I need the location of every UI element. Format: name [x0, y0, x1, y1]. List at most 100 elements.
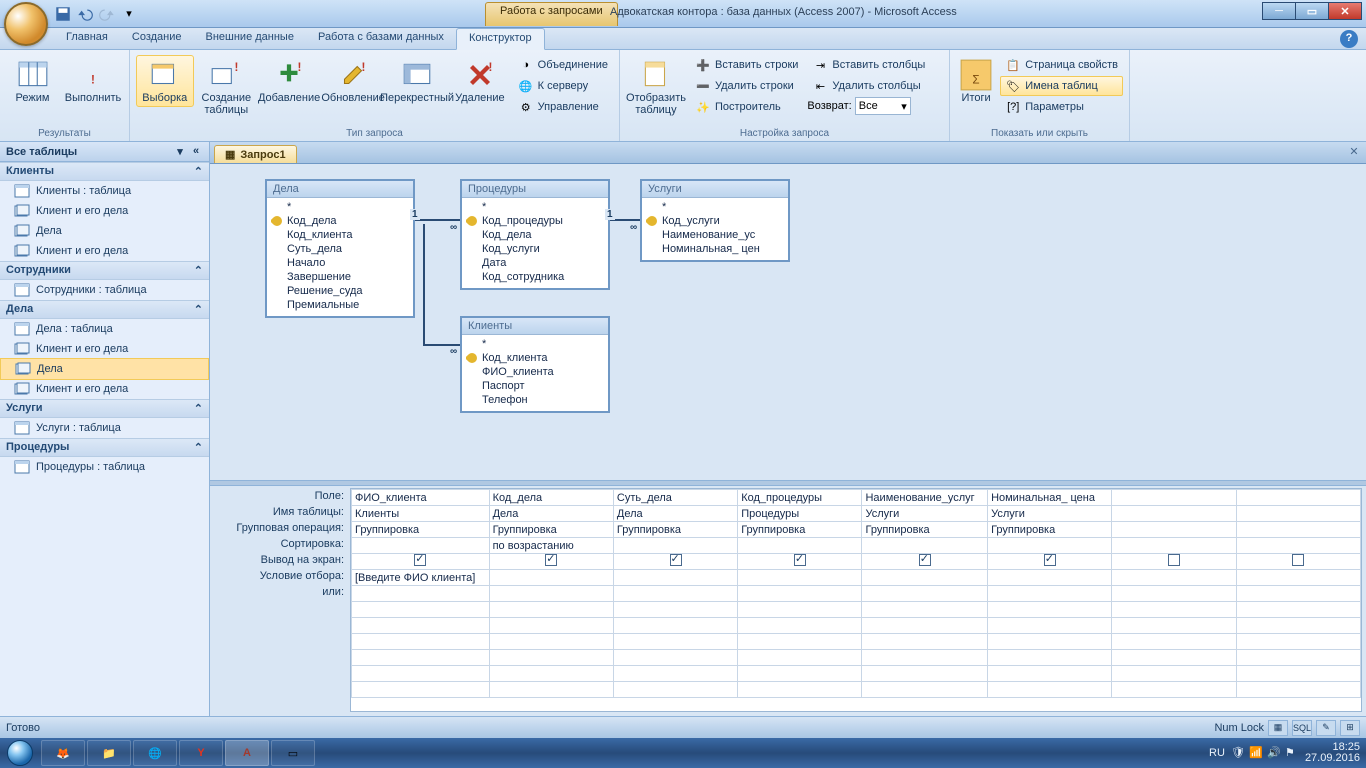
qbe-cell[interactable] — [1112, 602, 1236, 618]
qbe-cell[interactable] — [1236, 522, 1360, 538]
view-pivot-icon[interactable]: ⊞ — [1340, 720, 1360, 736]
field-item[interactable]: Код_процедуры — [466, 214, 604, 228]
qbe-cell[interactable]: Суть_дела — [613, 490, 737, 506]
field-item[interactable]: Код_услуги — [466, 242, 604, 256]
tab-design[interactable]: Конструктор — [456, 28, 545, 50]
checkbox[interactable] — [1044, 554, 1056, 566]
field-item[interactable]: Код_услуги — [646, 214, 784, 228]
close-button[interactable]: ✕ — [1328, 2, 1362, 20]
qbe-cell[interactable] — [862, 586, 988, 602]
taskbar-access[interactable]: A — [225, 740, 269, 766]
qbe-cell[interactable] — [352, 682, 490, 698]
field-item[interactable]: * — [646, 200, 784, 214]
undo-icon[interactable] — [76, 5, 94, 23]
field-item[interactable]: * — [466, 200, 604, 214]
qbe-cell[interactable] — [489, 650, 613, 666]
nav-item[interactable]: Дела — [0, 221, 209, 241]
showtable-button[interactable]: Отобразить таблицу — [626, 55, 686, 119]
tab-home[interactable]: Главная — [54, 28, 120, 49]
qbe-cell[interactable] — [613, 682, 737, 698]
qbe-cell[interactable] — [1112, 570, 1236, 586]
maximize-button[interactable]: ▭ — [1295, 2, 1329, 20]
qbe-cell[interactable] — [489, 618, 613, 634]
tray-icons[interactable]: 🛡 📶 🔊 ⚑ — [1231, 746, 1299, 760]
document-close-icon[interactable]: ✕ — [1346, 145, 1362, 161]
qbe-cell[interactable] — [489, 634, 613, 650]
qbe-cell[interactable] — [1236, 634, 1360, 650]
qbe-cell[interactable]: Номинальная_ цена — [988, 490, 1112, 506]
qbe-cell[interactable] — [738, 618, 862, 634]
qbe-cell[interactable]: ФИО_клиента — [352, 490, 490, 506]
qbe-cell[interactable]: Код_процедуры — [738, 490, 862, 506]
qbe-cell[interactable] — [1236, 538, 1360, 554]
qbe-cell[interactable]: Группировка — [738, 522, 862, 538]
qat-dropdown-icon[interactable]: ▾ — [120, 5, 138, 23]
nav-item[interactable]: Клиент и его дела — [0, 241, 209, 261]
append-query-button[interactable]: !Добавление — [259, 55, 319, 107]
tablenames-button[interactable]: 🏷Имена таблиц — [1000, 76, 1123, 96]
qbe-cell[interactable] — [862, 554, 988, 570]
qbe-cell[interactable] — [738, 650, 862, 666]
crosstab-query-button[interactable]: Перекрестный — [387, 55, 447, 107]
datadef-button[interactable]: ⚙Управление — [513, 97, 613, 117]
qbe-cell[interactable] — [613, 666, 737, 682]
qbe-cell[interactable]: Группировка — [613, 522, 737, 538]
checkbox[interactable] — [545, 554, 557, 566]
nav-item[interactable]: Клиент и его дела — [0, 339, 209, 359]
nav-dropdown-icon[interactable]: ▾ — [173, 145, 187, 158]
qbe-cell[interactable] — [1236, 570, 1360, 586]
propertysheet-button[interactable]: 📋Страница свойств — [1000, 55, 1123, 75]
parameters-button[interactable]: [?]Параметры — [1000, 97, 1123, 117]
field-item[interactable]: Код_дела — [466, 228, 604, 242]
nav-item[interactable]: Дела — [0, 358, 209, 380]
qbe-cell[interactable] — [862, 618, 988, 634]
view-datasheet-icon[interactable]: ▦ — [1268, 720, 1288, 736]
document-tab[interactable]: ▦ Запрос1 — [214, 145, 297, 163]
qbe-cell[interactable] — [613, 650, 737, 666]
qbe-cell[interactable] — [988, 650, 1112, 666]
nav-item[interactable]: Дела : таблица — [0, 319, 209, 339]
return-combo[interactable]: Все▾ — [855, 97, 911, 115]
taskbar-yandex[interactable]: Y — [179, 740, 223, 766]
qbe-cell[interactable] — [1236, 650, 1360, 666]
qbe-cell[interactable] — [1112, 522, 1236, 538]
qbe-cell[interactable] — [352, 634, 490, 650]
checkbox[interactable] — [670, 554, 682, 566]
qbe-cell[interactable] — [738, 586, 862, 602]
qbe-cell[interactable]: Группировка — [862, 522, 988, 538]
select-query-button[interactable]: Выборка — [136, 55, 194, 107]
table-card[interactable]: Дела*Код_делаКод_клиентаСуть_делаНачалоЗ… — [265, 179, 415, 318]
qbe-cell[interactable] — [988, 602, 1112, 618]
nav-item[interactable]: Процедуры : таблица — [0, 457, 209, 477]
save-icon[interactable] — [54, 5, 72, 23]
qbe-cell[interactable] — [489, 602, 613, 618]
qbe-cell[interactable] — [738, 554, 862, 570]
qbe-cell[interactable]: Группировка — [352, 522, 490, 538]
qbe-cell[interactable] — [1112, 506, 1236, 522]
field-item[interactable]: Код_дела — [271, 214, 409, 228]
query-designer-canvas[interactable]: Дела*Код_делаКод_клиентаСуть_делаНачалоЗ… — [210, 164, 1366, 480]
language-indicator[interactable]: RU — [1209, 747, 1225, 759]
qbe-cell[interactable] — [1236, 666, 1360, 682]
qbe-cell[interactable]: Услуги — [988, 506, 1112, 522]
qbe-cell[interactable] — [613, 570, 737, 586]
qbe-cell[interactable] — [613, 554, 737, 570]
view-button[interactable]: Режим — [6, 55, 59, 107]
nav-collapse-icon[interactable]: « — [189, 145, 203, 158]
qbe-cell[interactable] — [489, 586, 613, 602]
qbe-cell[interactable] — [988, 618, 1112, 634]
qbe-cell[interactable] — [862, 666, 988, 682]
checkbox[interactable] — [919, 554, 931, 566]
qbe-cell[interactable] — [1236, 602, 1360, 618]
qbe-cell[interactable] — [489, 570, 613, 586]
qbe-cell[interactable] — [988, 634, 1112, 650]
field-item[interactable]: Код_сотрудника — [466, 270, 604, 284]
nav-item[interactable]: Сотрудники : таблица — [0, 280, 209, 300]
qbe-cell[interactable] — [738, 682, 862, 698]
nav-group-header[interactable]: Клиенты⌃ — [0, 162, 209, 181]
union-button[interactable]: ◑Объединение — [513, 55, 613, 75]
minimize-button[interactable]: ─ — [1262, 2, 1296, 20]
qbe-cell[interactable]: Группировка — [489, 522, 613, 538]
field-item[interactable]: Начало — [271, 256, 409, 270]
field-item[interactable]: Суть_дела — [271, 242, 409, 256]
